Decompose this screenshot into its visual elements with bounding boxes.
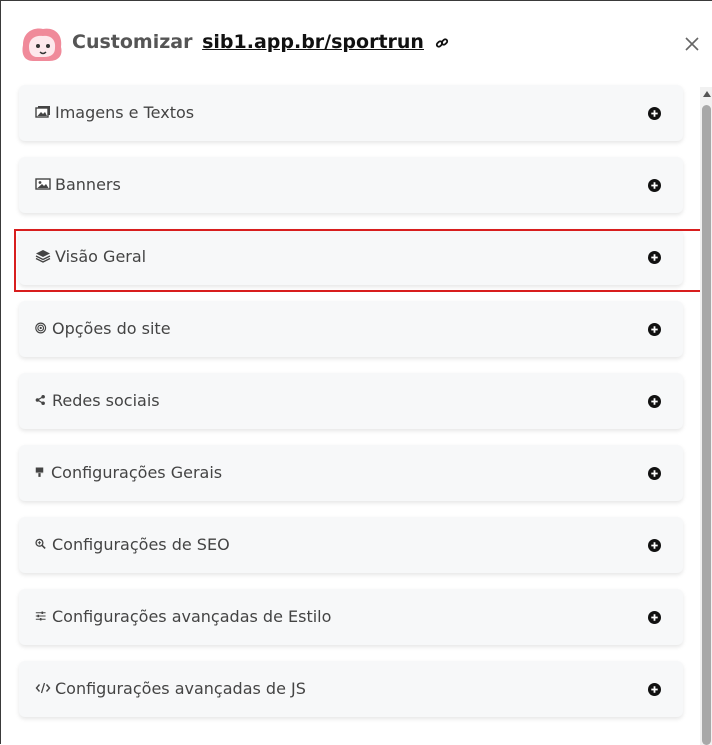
sliders-icon bbox=[35, 611, 46, 621]
plus-circle-icon[interactable] bbox=[648, 179, 661, 192]
scroll-up-arrow-icon[interactable] bbox=[703, 91, 711, 97]
bullseye-icon bbox=[35, 322, 47, 334]
section-label: Banners bbox=[55, 175, 121, 194]
images-icon bbox=[35, 106, 50, 118]
layers-icon bbox=[35, 250, 51, 263]
site-link[interactable]: sib1.app.br/sportrun bbox=[202, 31, 424, 53]
plus-circle-icon[interactable] bbox=[648, 395, 661, 408]
close-icon[interactable] bbox=[681, 33, 703, 55]
page-title: Customizar sib1.app.br/sportrun bbox=[72, 31, 449, 53]
link-icon[interactable] bbox=[435, 36, 449, 50]
title-prefix: Customizar bbox=[72, 31, 193, 53]
plus-circle-icon[interactable] bbox=[648, 467, 661, 480]
customizer-modal: Customizar sib1.app.br/sportrun Imagens … bbox=[0, 0, 712, 745]
section-configuracoes-gerais[interactable]: Configurações Gerais bbox=[19, 445, 683, 501]
vertical-scrollbar[interactable] bbox=[700, 87, 712, 745]
section-label: Configurações de SEO bbox=[52, 535, 230, 554]
section-visao-geral[interactable]: Visão Geral bbox=[19, 229, 683, 285]
plus-circle-icon[interactable] bbox=[648, 683, 661, 696]
modal-header: Customizar sib1.app.br/sportrun bbox=[1, 1, 712, 87]
section-configuracoes-avancadas-js[interactable]: Configurações avançadas de JS bbox=[19, 661, 683, 717]
section-label: Opções do site bbox=[52, 319, 171, 338]
section-label: Configurações avançadas de JS bbox=[55, 679, 306, 698]
section-opcoes-do-site[interactable]: Opções do site bbox=[19, 301, 683, 357]
scrollbar-thumb[interactable] bbox=[702, 105, 711, 745]
section-banners[interactable]: Banners bbox=[19, 157, 683, 213]
section-configuracoes-de-seo[interactable]: Configurações de SEO bbox=[19, 517, 683, 573]
section-label: Imagens e Textos bbox=[55, 103, 195, 122]
section-label: Configurações avançadas de Estilo bbox=[52, 607, 332, 626]
section-label: Configurações Gerais bbox=[51, 463, 223, 482]
plus-circle-icon[interactable] bbox=[648, 107, 661, 120]
paint-brush-icon bbox=[35, 467, 44, 477]
share-icon bbox=[35, 394, 45, 406]
plus-circle-icon[interactable] bbox=[648, 251, 661, 264]
code-icon bbox=[35, 682, 51, 694]
section-label: Visão Geral bbox=[55, 247, 147, 266]
section-imagens-e-textos[interactable]: Imagens e Textos bbox=[19, 85, 683, 141]
logo-icon bbox=[22, 28, 62, 61]
plus-circle-icon[interactable] bbox=[648, 323, 661, 336]
search-plus-icon bbox=[35, 538, 46, 550]
image-icon bbox=[35, 178, 51, 190]
plus-circle-icon[interactable] bbox=[648, 611, 661, 624]
section-redes-sociais[interactable]: Redes sociais bbox=[19, 373, 683, 429]
plus-circle-icon[interactable] bbox=[648, 539, 661, 552]
section-label: Redes sociais bbox=[52, 391, 160, 410]
section-configuracoes-avancadas-estilo[interactable]: Configurações avançadas de Estilo bbox=[19, 589, 683, 645]
